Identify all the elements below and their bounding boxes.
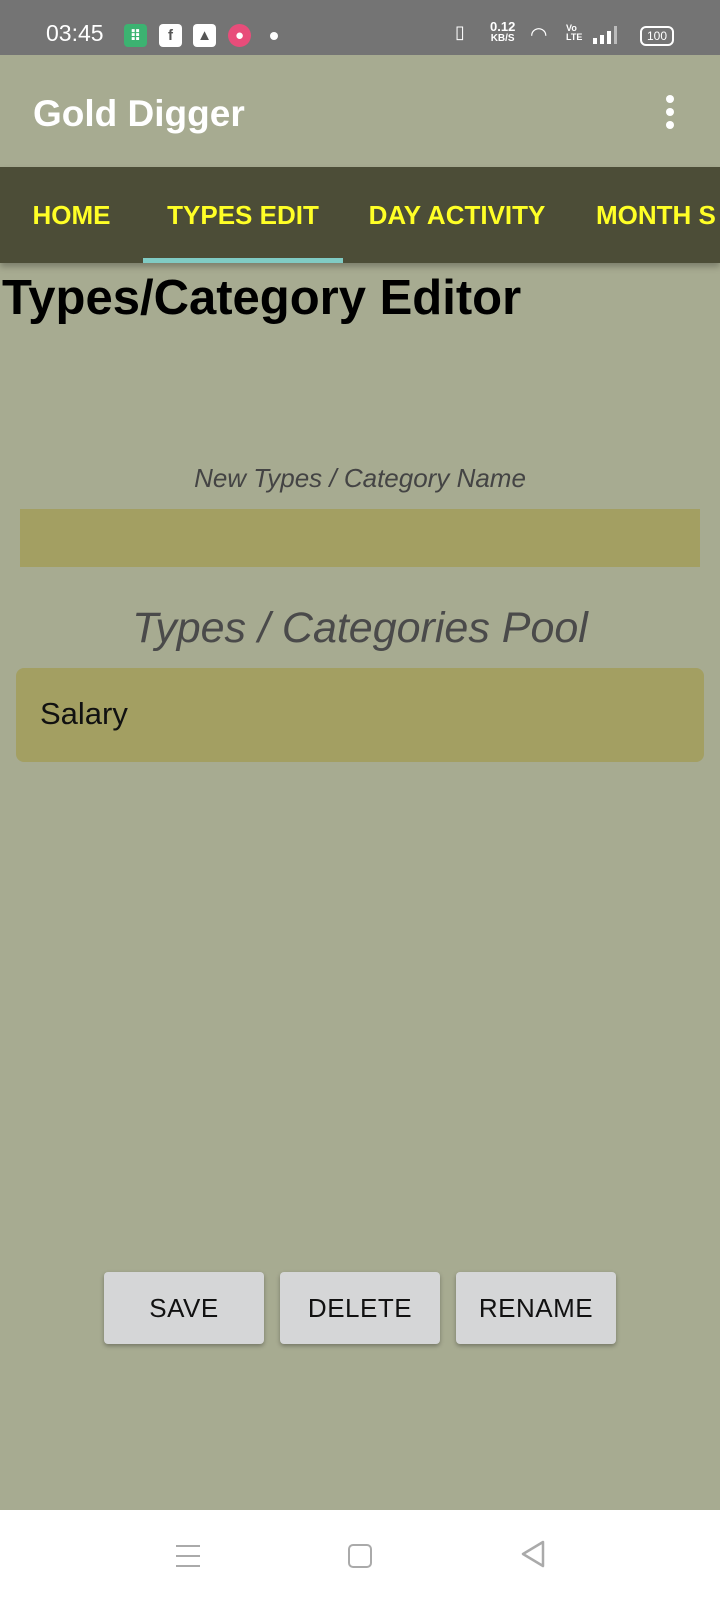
rename-button[interactable]: RENAME <box>456 1272 616 1344</box>
notification-app-icon: ⠿ <box>124 24 147 47</box>
new-category-input[interactable] <box>20 509 700 567</box>
system-nav-bar <box>0 1510 720 1600</box>
page-title: Types/Category Editor <box>2 271 522 325</box>
tab-month-summary[interactable]: MONTH S <box>596 167 716 263</box>
drive-icon: ▲ <box>193 24 216 47</box>
recent-apps-icon[interactable] <box>176 1545 200 1575</box>
new-category-label: New Types / Category Name <box>194 463 526 493</box>
delete-button[interactable]: DELETE <box>280 1272 440 1344</box>
status-time: 03:45 <box>46 20 104 46</box>
tab-home[interactable]: HOME <box>0 167 143 263</box>
vibrate-icon: ▯ <box>455 22 465 42</box>
app-bar: Gold Digger <box>0 55 720 167</box>
more-vertical-icon[interactable] <box>664 95 676 135</box>
home-icon[interactable] <box>348 1544 372 1568</box>
network-speed: 0.12 KB/S <box>490 19 516 45</box>
network-speed-value: 0.12 <box>490 19 516 34</box>
battery-icon: 100 <box>640 26 674 46</box>
camera-app-icon: ● <box>228 24 251 47</box>
tab-day-activity[interactable]: DAY ACTIVITY <box>343 167 571 263</box>
tab-selected-indicator <box>143 258 343 263</box>
categories-pool-list[interactable]: Salary <box>16 668 704 762</box>
signal-icon <box>592 26 618 49</box>
facebook-icon: f <box>159 24 182 47</box>
wifi-icon: ◠ <box>530 24 548 46</box>
tab-types-edit[interactable]: TYPES EDIT <box>143 167 343 263</box>
volte-icon: Vo LTE <box>566 23 583 42</box>
app-title: Gold Digger <box>33 93 245 134</box>
list-item[interactable]: Salary <box>40 696 128 732</box>
tab-bar: HOME TYPES EDIT DAY ACTIVITY MONTH S <box>0 167 720 263</box>
back-icon[interactable] <box>520 1540 546 1573</box>
save-button[interactable]: SAVE <box>104 1272 264 1344</box>
status-bar: 03:45 ⠿ f ▲ ● ▯ 0.12 KB/S ◠ Vo LTE 100 <box>0 0 720 55</box>
network-speed-unit: KB/S <box>490 33 515 44</box>
more-notifications-dot <box>270 32 278 40</box>
categories-pool-heading: Types / Categories Pool <box>132 604 588 652</box>
